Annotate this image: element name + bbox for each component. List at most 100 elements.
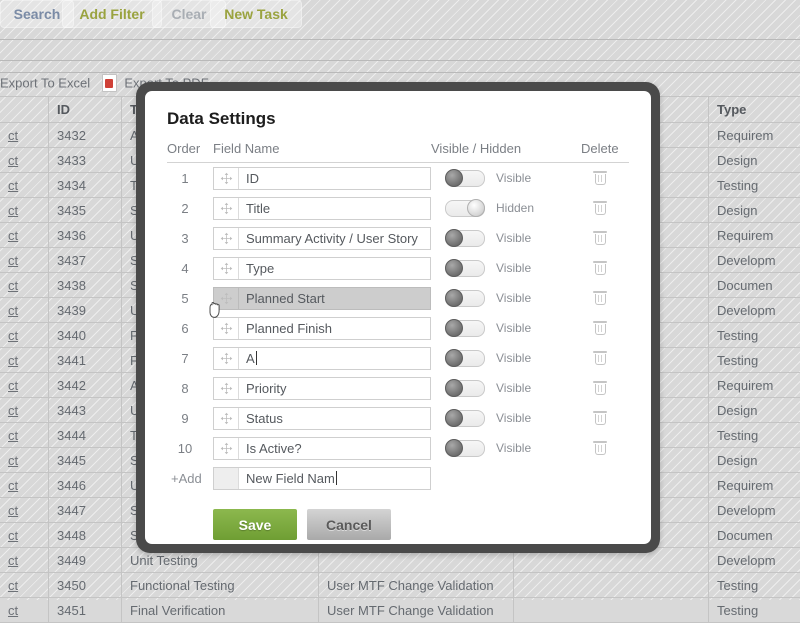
add-field-label[interactable]: +Add <box>167 471 213 486</box>
field-name-input-wrap[interactable]: Summary Activity / User Story <box>213 227 431 250</box>
drag-handle-icon[interactable] <box>214 288 239 309</box>
field-name-input[interactable]: Type <box>239 258 430 279</box>
field-name-input[interactable]: Summary Activity / User Story <box>239 228 430 249</box>
row-select-link[interactable]: ct <box>0 273 49 298</box>
field-name-input[interactable]: Status <box>239 408 430 429</box>
visibility-toggle[interactable] <box>445 350 485 367</box>
drag-handle-icon[interactable] <box>214 348 239 369</box>
field-name-input-wrap[interactable]: Status <box>213 407 431 430</box>
field-name-input-wrap[interactable]: Type <box>213 257 431 280</box>
visibility-toggle[interactable] <box>445 440 485 457</box>
row-select-link[interactable]: ct <box>0 473 49 498</box>
delete-cell <box>581 170 629 186</box>
drag-handle-icon[interactable] <box>214 228 239 249</box>
field-name-input[interactable]: A <box>239 348 430 369</box>
row-select-link[interactable]: ct <box>0 148 49 173</box>
trash-icon[interactable] <box>593 320 607 336</box>
toolbar-button-add-filter[interactable]: Add Filter <box>62 0 162 28</box>
row-select-link[interactable]: ct <box>0 323 49 348</box>
row-select-link[interactable]: ct <box>0 373 49 398</box>
visibility-toggle[interactable] <box>445 200 485 217</box>
row-select-link[interactable]: ct <box>0 598 49 623</box>
trash-icon[interactable] <box>593 230 607 246</box>
field-row[interactable]: 3Summary Activity / User StoryVisible <box>167 223 629 253</box>
field-name-input-wrap[interactable]: Title <box>213 197 431 220</box>
row-select-link[interactable]: ct <box>0 498 49 523</box>
row-select-link[interactable]: ct <box>0 123 49 148</box>
field-row[interactable]: 9StatusVisible <box>167 403 629 433</box>
cancel-button[interactable]: Cancel <box>307 509 391 540</box>
field-row[interactable]: 2TitleHidden <box>167 193 629 223</box>
field-name-input[interactable]: Title <box>239 198 430 219</box>
trash-icon[interactable] <box>593 170 607 186</box>
toolbar-button-new-task[interactable]: New Task <box>210 0 302 28</box>
table-row[interactable]: ct3451Final VerificationUser MTF Change … <box>0 598 800 623</box>
row-select-link[interactable]: ct <box>0 298 49 323</box>
trash-icon[interactable] <box>593 380 607 396</box>
save-button[interactable]: Save <box>213 509 297 540</box>
row-select-link[interactable]: ct <box>0 198 49 223</box>
row-select-link[interactable]: ct <box>0 523 49 548</box>
row-id: 3446 <box>49 473 122 498</box>
field-row[interactable]: 6Planned FinishVisible <box>167 313 629 343</box>
column-header-select[interactable] <box>0 97 49 123</box>
visibility-toggle[interactable] <box>445 260 485 277</box>
drag-handle-icon[interactable] <box>214 408 239 429</box>
drag-handle-icon[interactable] <box>214 258 239 279</box>
export-to-excel-link[interactable]: Export To Excel <box>0 76 90 91</box>
field-name-input[interactable]: ID <box>239 168 430 189</box>
drag-handle-icon[interactable] <box>214 378 239 399</box>
trash-icon[interactable] <box>593 200 607 216</box>
field-name-input-wrap[interactable]: Is Active? <box>213 437 431 460</box>
field-name-input[interactable]: Is Active? <box>239 438 430 459</box>
visibility-toggle[interactable] <box>445 410 485 427</box>
field-name-value: Priority <box>246 381 286 396</box>
field-name-input-wrap[interactable]: A <box>213 347 431 370</box>
drag-handle-icon[interactable] <box>214 198 239 219</box>
field-row[interactable]: 8PriorityVisible <box>167 373 629 403</box>
visibility-toggle[interactable] <box>445 230 485 247</box>
row-select-link[interactable]: ct <box>0 548 49 573</box>
row-select-link[interactable]: ct <box>0 573 49 598</box>
drag-handle-icon[interactable] <box>214 168 239 189</box>
field-name-input-wrap[interactable]: Planned Finish <box>213 317 431 340</box>
row-select-link[interactable]: ct <box>0 423 49 448</box>
trash-icon[interactable] <box>593 290 607 306</box>
field-name-input-wrap[interactable]: Priority <box>213 377 431 400</box>
row-select-link[interactable]: ct <box>0 223 49 248</box>
row-select-link[interactable]: ct <box>0 173 49 198</box>
field-name-input[interactable]: Priority <box>239 378 430 399</box>
visibility-toggle[interactable] <box>445 290 485 307</box>
visibility-toggle[interactable] <box>445 380 485 397</box>
trash-icon[interactable] <box>593 410 607 426</box>
drag-handle-icon[interactable] <box>214 438 239 459</box>
trash-icon[interactable] <box>593 440 607 456</box>
column-header-id[interactable]: ID <box>49 97 122 123</box>
header-order: Order <box>167 141 213 156</box>
field-name-input-wrap[interactable]: Planned Start <box>213 287 431 310</box>
pdf-icon <box>102 74 117 92</box>
field-name-input[interactable]: Planned Finish <box>239 318 430 339</box>
add-field-value: New Field Nam <box>246 471 335 486</box>
add-field-input[interactable]: New Field Nam <box>239 468 430 489</box>
add-field-input-wrap[interactable]: New Field Nam <box>213 467 431 490</box>
row-select-link[interactable]: ct <box>0 448 49 473</box>
row-select-link[interactable]: ct <box>0 398 49 423</box>
field-row[interactable]: 1IDVisible <box>167 163 629 193</box>
field-name-input-wrap[interactable]: ID <box>213 167 431 190</box>
trash-icon[interactable] <box>593 350 607 366</box>
field-row[interactable]: 5Planned StartVisible <box>167 283 629 313</box>
visibility-toggle[interactable] <box>445 170 485 187</box>
field-row[interactable]: 10Is Active?Visible <box>167 433 629 463</box>
drag-handle-icon[interactable] <box>214 318 239 339</box>
trash-icon[interactable] <box>593 260 607 276</box>
row-select-link[interactable]: ct <box>0 348 49 373</box>
column-header-type[interactable]: Type <box>709 97 800 123</box>
field-row[interactable]: 7AVisible <box>167 343 629 373</box>
table-row[interactable]: ct3450Functional TestingUser MTF Change … <box>0 573 800 598</box>
field-name-input[interactable]: Planned Start <box>239 288 430 309</box>
row-select-link[interactable]: ct <box>0 248 49 273</box>
field-order-number: 3 <box>167 231 213 246</box>
field-row[interactable]: 4TypeVisible <box>167 253 629 283</box>
visibility-toggle[interactable] <box>445 320 485 337</box>
